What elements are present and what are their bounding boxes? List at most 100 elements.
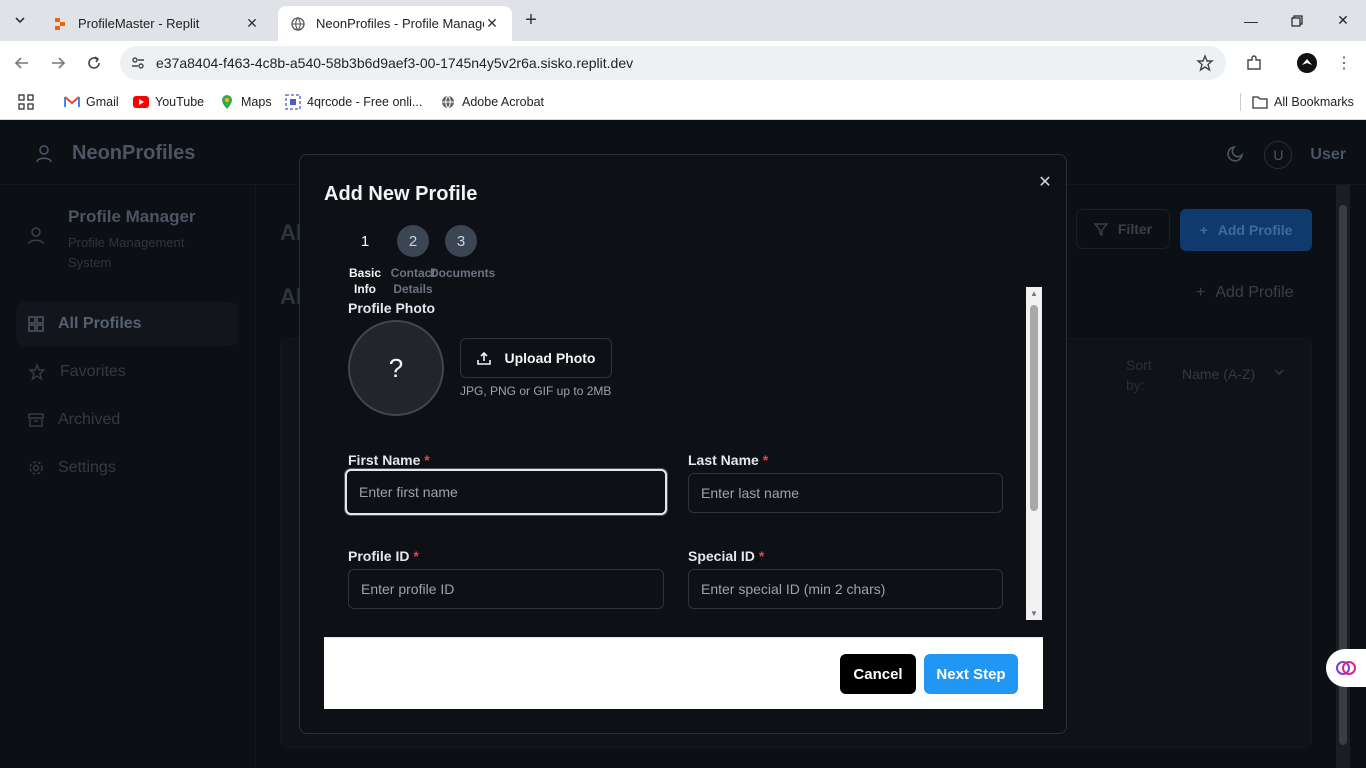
- dialog-footer: Cancel Next Step: [324, 637, 1043, 709]
- url-text: e37a8404-f463-4c8b-a540-58b3b6d9aef3-00-…: [156, 55, 634, 71]
- brand-name: NeonProfiles: [72, 142, 196, 164]
- bookmark-label: Maps: [241, 95, 272, 109]
- bookmark-maps[interactable]: Maps: [219, 92, 272, 112]
- required-marker: *: [762, 452, 769, 468]
- globe-icon: [440, 94, 456, 110]
- site-settings-icon[interactable]: [120, 55, 156, 71]
- profile-id-field[interactable]: [348, 569, 664, 609]
- bookmark-adobe-acrobat[interactable]: Adobe Acrobat: [440, 92, 544, 112]
- bookmark-label: Adobe Acrobat: [462, 95, 545, 109]
- reload-icon[interactable]: [82, 51, 106, 75]
- last-name-label-text: Last Name: [688, 452, 759, 468]
- chevron-down-icon: [1274, 369, 1284, 376]
- replit-icon: [52, 16, 68, 32]
- cancel-button[interactable]: Cancel: [840, 654, 916, 694]
- close-icon[interactable]: ✕: [244, 15, 260, 32]
- filter-icon: [1093, 223, 1108, 236]
- plus-icon: +: [1196, 284, 1206, 301]
- last-name-label: Last Name *: [688, 452, 768, 468]
- maps-icon: [219, 94, 235, 110]
- upload-photo-button[interactable]: Upload Photo: [460, 338, 612, 378]
- close-icon[interactable]: ✕: [484, 15, 500, 32]
- bookmark-gmail[interactable]: Gmail: [64, 92, 119, 112]
- avatar[interactable]: U: [1264, 141, 1293, 169]
- sort-select[interactable]: Name (A-Z): [1182, 366, 1285, 382]
- user-icon: [28, 227, 44, 250]
- user-name[interactable]: User: [1310, 146, 1346, 164]
- more-menu-icon[interactable]: ⋮: [1332, 51, 1356, 75]
- tab-search-button[interactable]: [8, 8, 32, 32]
- globe-icon: [290, 16, 306, 32]
- bookmark-label: 4qrcode - Free onli...: [307, 95, 423, 109]
- last-name-field[interactable]: [688, 473, 1003, 513]
- profile-avatar-icon[interactable]: [1295, 51, 1319, 75]
- qrcode-icon: [285, 94, 301, 110]
- minimize-icon[interactable]: —: [1228, 0, 1274, 41]
- extensions-icon[interactable]: [1242, 51, 1266, 75]
- sidebar-item-archived[interactable]: Archived: [16, 398, 238, 442]
- bookmark-label: Gmail: [86, 95, 119, 109]
- apps-grid-icon[interactable]: [18, 92, 34, 112]
- profile-photo-label: Profile Photo: [348, 300, 436, 316]
- grid-icon: [28, 316, 44, 332]
- bookmark-label: YouTube: [155, 95, 205, 109]
- upload-icon: [476, 351, 491, 365]
- next-step-button[interactable]: Next Step: [924, 654, 1018, 694]
- address-bar[interactable]: e37a8404-f463-4c8b-a540-58b3b6d9aef3-00-…: [120, 46, 1226, 80]
- upload-photo-label: Upload Photo: [504, 350, 596, 366]
- tab-title: ProfileMaster - Replit: [78, 16, 200, 31]
- gear-icon: [29, 461, 43, 475]
- sidebar-item-settings[interactable]: Settings: [16, 446, 238, 490]
- special-id-label: Special ID *: [688, 548, 764, 564]
- step-2-indicator: 2: [397, 225, 429, 257]
- header-actions: U User: [1226, 141, 1346, 169]
- sidebar-title: Profile Manager: [68, 207, 196, 226]
- all-bookmarks-label: All Bookmarks: [1274, 95, 1354, 109]
- sidebar-item-all-profiles[interactable]: All Profiles: [16, 302, 238, 346]
- filter-button[interactable]: Filter: [1076, 209, 1170, 249]
- close-window-icon[interactable]: ✕: [1320, 0, 1366, 41]
- photo-placeholder: ?: [348, 320, 444, 416]
- folder-icon: [1252, 94, 1268, 110]
- first-name-label: First Name *: [348, 452, 430, 468]
- assistant-brain-icon[interactable]: [1326, 649, 1366, 687]
- step-3-indicator: 3: [445, 225, 477, 257]
- sort-by-label: Sort by:: [1126, 357, 1152, 393]
- new-tab-button[interactable]: +: [520, 9, 542, 31]
- restore-icon[interactable]: [1274, 0, 1320, 41]
- special-id-field[interactable]: [688, 569, 1003, 609]
- bookmark-4qrcode[interactable]: 4qrcode - Free onli...: [285, 92, 422, 112]
- form-scrollbar-thumb[interactable]: [1030, 305, 1038, 511]
- first-name-field[interactable]: [345, 469, 667, 515]
- moon-icon[interactable]: [1226, 143, 1246, 168]
- browser-toolbar: e37a8404-f463-4c8b-a540-58b3b6d9aef3-00-…: [0, 41, 1366, 85]
- tab-neonprofiles[interactable]: NeonProfiles - Profile Manager ✕: [278, 6, 512, 41]
- add-profile-button[interactable]: + Add Profile: [1180, 209, 1312, 251]
- form-scrollbar[interactable]: ▲ ▼: [1026, 287, 1042, 620]
- all-bookmarks[interactable]: All Bookmarks: [1252, 92, 1354, 112]
- form-scroll-area[interactable]: Profile Photo ? Upload Photo JPG, PNG or…: [324, 288, 1043, 620]
- bookmark-youtube[interactable]: YouTube: [133, 92, 204, 112]
- tab-profilemaster[interactable]: ProfileMaster - Replit ✕: [40, 6, 272, 41]
- forward-arrow-icon[interactable]: [46, 51, 70, 75]
- star-icon: [28, 363, 46, 381]
- bookmark-star-icon[interactable]: [1196, 54, 1214, 77]
- sidebar-item-label: Favorites: [60, 363, 126, 380]
- required-marker: *: [424, 452, 430, 468]
- profile-id-label-text: Profile ID: [348, 548, 410, 564]
- close-icon[interactable]: ✕: [1035, 172, 1055, 192]
- sidebar: Profile Manager Profile Management Syste…: [0, 185, 256, 768]
- archive-icon: [28, 413, 44, 427]
- scroll-down-arrow-icon[interactable]: ▼: [1029, 609, 1039, 618]
- back-arrow-icon[interactable]: [10, 51, 34, 75]
- profile-id-label: Profile ID *: [348, 548, 419, 564]
- bookmarks-bar: Gmail YouTube Maps 4qrcode - Free onli..…: [0, 85, 1366, 120]
- sidebar-item-favorites[interactable]: Favorites: [16, 350, 238, 394]
- bookmarks-divider: [1240, 93, 1241, 111]
- step-1-indicator: 1: [360, 232, 370, 250]
- sidebar-item-label: Settings: [58, 459, 116, 476]
- step-3-label: Documents: [430, 266, 496, 280]
- scroll-up-arrow-icon[interactable]: ▲: [1029, 289, 1039, 298]
- add-profile-link[interactable]: + Add Profile: [1196, 284, 1294, 302]
- chevron-down-icon: [15, 17, 25, 24]
